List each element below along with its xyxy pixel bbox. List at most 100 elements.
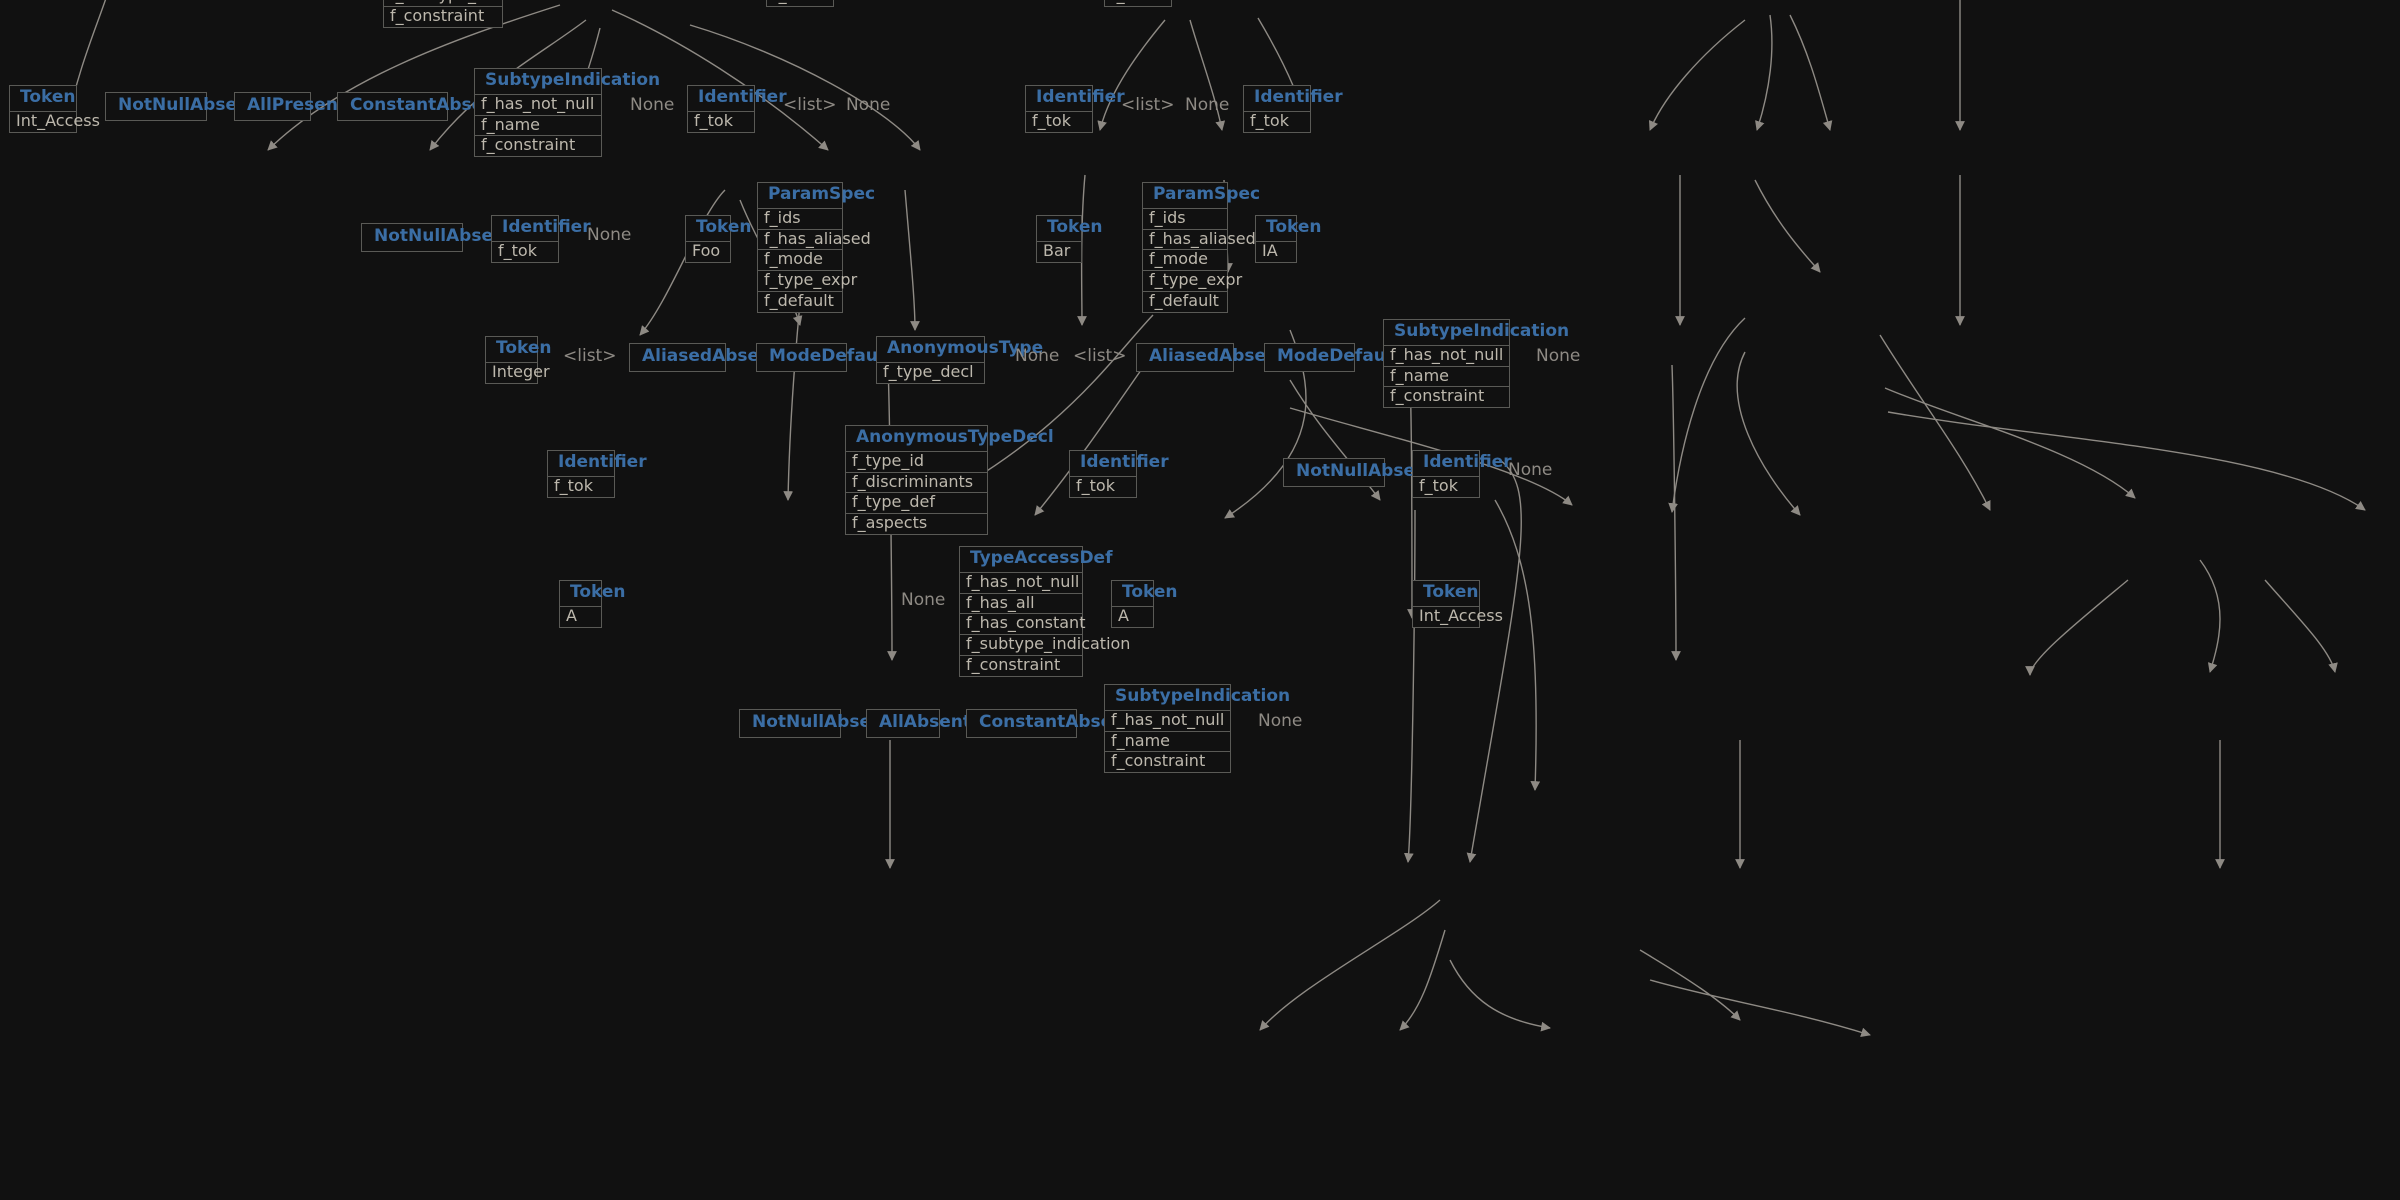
- node-field: f_mode: [1143, 249, 1227, 270]
- node-record-returns[interactable]: f_returns: [766, 0, 844, 7]
- node-field: f_aspects: [846, 513, 987, 534]
- node-field: f_returns: [1105, 0, 1182, 6]
- node-field: f_name: [1105, 730, 1230, 752]
- node-modedefault[interactable]: ModeDefault: [1264, 343, 1400, 372]
- node-anonymoustypedecl[interactable]: AnonymousTypeDecl f_type_id f_discrimina…: [845, 425, 1054, 536]
- node-title: Token: [20, 87, 76, 107]
- node-none-label: None: [1185, 95, 1230, 115]
- node-list-label: <list>: [1073, 346, 1127, 366]
- node-identifier[interactable]: Identifier f_tok: [491, 215, 591, 263]
- node-token-foo[interactable]: Token Foo: [685, 215, 752, 263]
- node-constantabsent[interactable]: ConstantAbsent: [337, 92, 504, 121]
- node-title: Token: [696, 217, 752, 237]
- node-field: f_type_id: [846, 450, 987, 472]
- node-title: Identifier: [502, 217, 591, 237]
- node-typeaccessdef[interactable]: TypeAccessDef f_has_not_null f_has_all f…: [959, 546, 1130, 677]
- node-none-label: None: [901, 590, 946, 610]
- node-field: f_has_not_null: [960, 571, 1082, 593]
- node-allpresent[interactable]: AllPresent: [234, 92, 346, 121]
- node-field: f_name: [475, 114, 601, 136]
- node-field: A: [1112, 605, 1153, 627]
- node-field: f_subtype_indication: [960, 634, 1130, 655]
- node-allabsent[interactable]: AllAbsent: [866, 709, 972, 738]
- node-paramspec[interactable]: ParamSpec f_ids f_has_aliased f_mode f_t…: [757, 182, 876, 313]
- node-token-a[interactable]: Token A: [559, 580, 626, 628]
- node-token-integer[interactable]: Token Integer: [485, 336, 552, 384]
- node-none-label: None: [1536, 346, 1581, 366]
- node-list-label: <list>: [783, 95, 837, 115]
- node-title: AnonymousType: [887, 338, 1044, 358]
- node-field: f_ids: [1143, 207, 1227, 229]
- node-field: f_tok: [688, 110, 754, 132]
- node-field: f_returns: [767, 0, 844, 6]
- node-notnullabsent[interactable]: NotNullAbsent: [105, 92, 258, 121]
- node-record[interactable]: f_subtype_indication f_constraint: [383, 0, 554, 28]
- node-title: SubtypeIndication: [485, 70, 661, 90]
- node-title: Token: [570, 582, 626, 602]
- node-token-a[interactable]: Token A: [1111, 580, 1178, 628]
- node-title: Token: [1266, 217, 1322, 237]
- node-field: f_tok: [1413, 475, 1479, 497]
- node-title: AllAbsent: [879, 712, 972, 732]
- node-field: f_discriminants: [846, 471, 987, 493]
- node-identifier[interactable]: Identifier f_tok: [1412, 450, 1512, 498]
- node-identifier[interactable]: Identifier f_tok: [1025, 85, 1125, 133]
- node-field: Bar: [1037, 240, 1081, 262]
- node-token-ia[interactable]: Token IA: [1255, 215, 1322, 263]
- node-identifier[interactable]: Identifier f_tok: [547, 450, 647, 498]
- node-field: f_has_all: [960, 592, 1082, 614]
- node-field: f_type_decl: [877, 361, 984, 383]
- node-title: ParamSpec: [1153, 184, 1261, 204]
- node-field: f_tok: [492, 240, 558, 262]
- node-field: f_type_def: [846, 492, 987, 513]
- node-notnullabsent[interactable]: NotNullAbsent: [361, 223, 513, 252]
- node-field: Foo: [686, 240, 730, 262]
- node-identifier[interactable]: Identifier f_tok: [1243, 85, 1343, 133]
- node-anonymoustype[interactable]: AnonymousType f_type_decl: [876, 336, 1044, 384]
- node-field: f_constraint: [960, 655, 1082, 676]
- node-constantabsent[interactable]: ConstantAbsent: [966, 709, 1133, 738]
- node-aliasedabsent[interactable]: AliasedAbsent: [1136, 343, 1287, 372]
- node-title: Identifier: [1080, 452, 1169, 472]
- node-title: AliasedAbsent: [642, 346, 780, 366]
- node-title: ConstantAbsent: [979, 712, 1133, 732]
- node-title: ConstantAbsent: [350, 95, 504, 115]
- node-title: AnonymousTypeDecl: [856, 427, 1054, 447]
- node-aliasedabsent[interactable]: AliasedAbsent: [629, 343, 780, 372]
- node-field: f_name: [1384, 365, 1509, 387]
- node-subtypeindication[interactable]: SubtypeIndication f_has_not_null f_name …: [474, 68, 661, 158]
- node-title: NotNullAbsent: [118, 95, 258, 115]
- node-field: f_has_not_null: [1384, 344, 1509, 366]
- node-field: f_tok: [1244, 110, 1310, 132]
- node-title: ParamSpec: [768, 184, 876, 204]
- node-token-int-access[interactable]: Token Int_Access: [9, 85, 100, 133]
- node-list-label: <list>: [1121, 95, 1175, 115]
- node-none-label: None: [1258, 711, 1303, 731]
- node-subtypeindication[interactable]: SubtypeIndication f_has_not_null f_name …: [1104, 684, 1290, 774]
- node-subtypeindication[interactable]: SubtypeIndication f_has_not_null f_name …: [1383, 319, 1570, 409]
- node-token-bar[interactable]: Token Bar: [1036, 215, 1103, 263]
- node-title: NotNullAbsent: [1296, 461, 1436, 481]
- node-title: Identifier: [558, 452, 647, 472]
- node-field: Int_Access: [1413, 605, 1503, 627]
- node-field: Int_Access: [10, 110, 100, 132]
- ast-diagram-canvas: f_subtype_indication f_constraint Token …: [0, 0, 2400, 1200]
- node-paramspec[interactable]: ParamSpec f_ids f_has_aliased f_mode f_t…: [1142, 182, 1261, 313]
- node-title: AliasedAbsent: [1149, 346, 1287, 366]
- node-field: f_mode: [758, 249, 842, 270]
- node-title: SubtypeIndication: [1394, 321, 1570, 341]
- node-field: f_tok: [1026, 110, 1092, 132]
- node-title: TypeAccessDef: [970, 548, 1113, 568]
- node-token-int-access[interactable]: Token Int_Access: [1412, 580, 1503, 628]
- node-identifier[interactable]: Identifier f_tok: [1069, 450, 1169, 498]
- node-field: f_has_aliased: [1143, 228, 1256, 250]
- node-notnullabsent[interactable]: NotNullAbsent: [1283, 458, 1436, 487]
- node-field: f_tok: [548, 475, 614, 497]
- node-record-returns[interactable]: f_returns: [1104, 0, 1182, 7]
- node-modedefault[interactable]: ModeDefault: [756, 343, 892, 372]
- node-identifier[interactable]: Identifier f_tok: [687, 85, 787, 133]
- node-field: IA: [1256, 240, 1296, 262]
- node-title: Identifier: [1423, 452, 1512, 472]
- node-notnullabsent[interactable]: NotNullAbsent: [739, 709, 891, 738]
- node-none-label: None: [1015, 346, 1060, 366]
